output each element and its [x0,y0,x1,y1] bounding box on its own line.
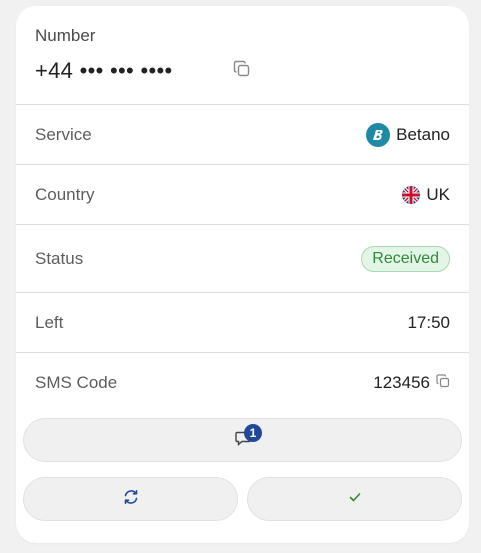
uk-flag-icon [402,185,421,204]
service-value: Betano [366,122,450,147]
check-icon [347,489,363,510]
activation-card: Number +44 ••• ••• •••• Service Betano C… [16,6,469,543]
copy-code-icon[interactable] [436,373,450,393]
country-name: UK [426,184,450,204]
refresh-button[interactable] [23,477,238,521]
status-label: Status [35,248,84,268]
number-label: Number [35,26,96,45]
sms-code-value: 123456 [373,373,450,393]
status-row: Status Received [16,224,469,292]
service-row: Service Betano [16,104,469,164]
message-count-badge: 1 [244,424,262,442]
country-row: Country UK [16,164,469,224]
messages-button[interactable] [23,418,462,462]
sms-code: 123456 [373,372,430,392]
time-left-row: Left 17:50 [16,292,469,352]
time-left-label: Left [35,312,64,332]
refresh-icon [122,488,140,511]
betano-logo-icon [366,122,391,147]
service-label: Service [35,124,92,144]
copy-icon[interactable] [233,60,251,83]
time-left-value: 17:50 [407,312,450,332]
phone-number: +44 ••• ••• •••• [35,58,173,83]
status-badge: Received [361,245,450,272]
service-name: Betano [396,124,450,144]
country-value: UK [402,185,450,205]
confirm-button[interactable] [247,477,462,521]
country-label: Country [35,184,95,204]
sms-code-row: SMS Code 123456 [16,352,469,412]
sms-code-label: SMS Code [35,372,118,392]
